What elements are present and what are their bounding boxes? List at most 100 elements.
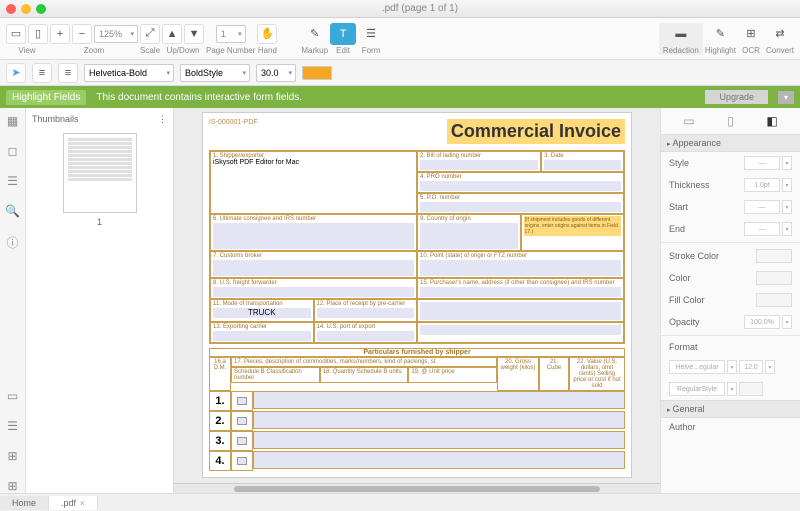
style-select[interactable]: — — [744, 156, 780, 170]
line-2-check[interactable] — [231, 411, 253, 431]
doc-tab[interactable]: .pdf× — [49, 496, 98, 510]
style-step[interactable]: ▾ — [782, 156, 792, 170]
color-swatch-prop[interactable] — [756, 271, 792, 285]
opacity-input[interactable]: 100.0% — [744, 315, 780, 329]
highlight-icon[interactable]: ✎ — [707, 23, 733, 45]
line-1-input[interactable] — [253, 391, 625, 409]
props-tab-2-icon[interactable]: ▯ — [727, 114, 734, 128]
list-icon[interactable]: ☰ — [7, 419, 18, 433]
end-step[interactable]: ▾ — [782, 222, 792, 236]
thumbnails-menu-icon[interactable]: ⋮ — [158, 114, 167, 125]
home-tab[interactable]: Home — [0, 496, 49, 510]
line-3-input[interactable] — [253, 431, 625, 449]
redaction-icon[interactable]: ▬ — [668, 23, 694, 45]
align-right-icon[interactable]: ≡ — [58, 63, 78, 83]
align-left-icon[interactable]: ≡ — [32, 63, 52, 83]
field-15c-input[interactable] — [420, 325, 621, 335]
minimize-icon[interactable] — [21, 4, 31, 14]
props-tab-1-icon[interactable]: ▭ — [683, 114, 694, 128]
maximize-icon[interactable] — [36, 4, 46, 14]
page-number-input[interactable]: 1 — [216, 25, 246, 43]
field-14-label: 14. U.S. port of export — [317, 324, 415, 330]
style-select[interactable]: BoldStyle — [180, 64, 250, 82]
field-3-input[interactable] — [544, 160, 621, 170]
appearance-section[interactable]: Appearance — [661, 134, 800, 152]
field-10-input[interactable] — [420, 260, 621, 276]
close-icon[interactable] — [6, 4, 16, 14]
field-13-input[interactable] — [213, 331, 311, 341]
banner-menu-icon[interactable]: ▾ — [778, 91, 794, 104]
edit-icon[interactable]: T — [330, 23, 356, 45]
font-format-select[interactable]: Helve...egular — [669, 360, 725, 374]
props-tab-3-icon[interactable]: ◧ — [766, 114, 777, 128]
zoom-in-icon[interactable]: + — [50, 24, 70, 44]
scale-icon[interactable]: ⤢ — [140, 24, 160, 44]
text-color-swatch[interactable] — [739, 382, 763, 396]
field-14-input[interactable] — [317, 331, 415, 341]
general-section[interactable]: General — [661, 400, 800, 418]
grid-icon[interactable]: ⊞ — [7, 449, 17, 463]
field-5-input[interactable] — [420, 202, 621, 212]
invoice-title[interactable]: Commercial Invoice — [447, 119, 625, 144]
convert-icon[interactable]: ⇄ — [767, 23, 793, 45]
page-down-icon[interactable]: ▼ — [184, 24, 204, 44]
field-13-label: 13. Exporting carrier — [213, 324, 311, 330]
outline-icon[interactable]: ☰ — [7, 174, 18, 188]
field-1-value[interactable]: iSkysoft PDF Editor for Mac — [213, 159, 299, 166]
weight-format-select[interactable]: RegularStyle — [669, 382, 725, 396]
ocr-icon[interactable]: ⊞ — [738, 23, 764, 45]
document-view[interactable]: IS-000001-PDF Commercial Invoice 1. Ship… — [174, 108, 660, 493]
markup-icon[interactable]: ✎ — [302, 23, 328, 45]
end-select[interactable]: — — [744, 222, 780, 236]
thickness-input[interactable]: 1.0pt — [744, 178, 780, 192]
zoom-out-icon[interactable]: − — [72, 24, 92, 44]
view-outline-icon[interactable]: ▭ — [6, 24, 26, 44]
field-15-input[interactable] — [420, 287, 621, 297]
field-2-input[interactable] — [420, 160, 538, 170]
upgrade-button[interactable]: Upgrade — [705, 90, 768, 104]
field-8-input[interactable] — [213, 287, 414, 297]
thumbnails-icon[interactable]: ▦ — [7, 114, 18, 128]
start-label: Start — [669, 202, 688, 212]
close-tab-icon[interactable]: × — [80, 499, 85, 508]
start-select[interactable]: — — [744, 200, 780, 214]
form-icon[interactable]: ☰ — [358, 23, 384, 45]
field-6-input[interactable] — [213, 223, 414, 249]
info-icon[interactable]: ⓘ — [6, 234, 18, 251]
size-select[interactable]: 30.0 — [256, 64, 296, 82]
line-3-check[interactable] — [231, 431, 253, 451]
field-4-input[interactable] — [420, 181, 621, 191]
field-7-input[interactable] — [213, 260, 414, 276]
attach-icon[interactable]: ▭ — [7, 389, 18, 403]
color-label: Color — [669, 273, 691, 283]
stroke-swatch[interactable] — [756, 249, 792, 263]
hand-icon[interactable]: ✋ — [257, 24, 277, 44]
start-step[interactable]: ▾ — [782, 200, 792, 214]
grid2-icon[interactable]: ⊞ — [7, 479, 17, 493]
opacity-step[interactable]: ▾ — [782, 315, 792, 329]
field-11-input[interactable]: TRUCK — [213, 308, 311, 318]
line-4-input[interactable] — [253, 451, 625, 469]
line-1-check[interactable] — [231, 391, 253, 411]
hand-label: Hand — [258, 46, 277, 55]
line-4-check[interactable] — [231, 451, 253, 471]
field-12-input[interactable] — [317, 308, 415, 318]
page-up-icon[interactable]: ▲ — [162, 24, 182, 44]
page-thumbnail[interactable] — [63, 133, 137, 213]
field-2-label: 2. Bill of lading number — [420, 153, 538, 159]
field-15b-input[interactable] — [420, 302, 621, 320]
highlight-fields-button[interactable]: Highlight Fields — [6, 90, 86, 105]
search-icon[interactable]: 🔍 — [5, 204, 20, 218]
view-single-icon[interactable]: ▯ — [28, 24, 48, 44]
horizontal-scrollbar[interactable] — [174, 483, 660, 493]
field-9-input[interactable] — [420, 223, 518, 249]
cursor-icon[interactable]: ➤ — [6, 63, 26, 83]
thickness-step[interactable]: ▾ — [782, 178, 792, 192]
fill-swatch[interactable] — [756, 293, 792, 307]
font-select[interactable]: Helvetica-Bold — [84, 64, 174, 82]
color-swatch[interactable] — [302, 66, 332, 80]
line-2-input[interactable] — [253, 411, 625, 429]
zoom-select[interactable]: 125% — [94, 25, 138, 43]
size-format-input[interactable]: 12.0 — [739, 360, 763, 374]
bookmark-icon[interactable]: ◻ — [8, 144, 18, 158]
